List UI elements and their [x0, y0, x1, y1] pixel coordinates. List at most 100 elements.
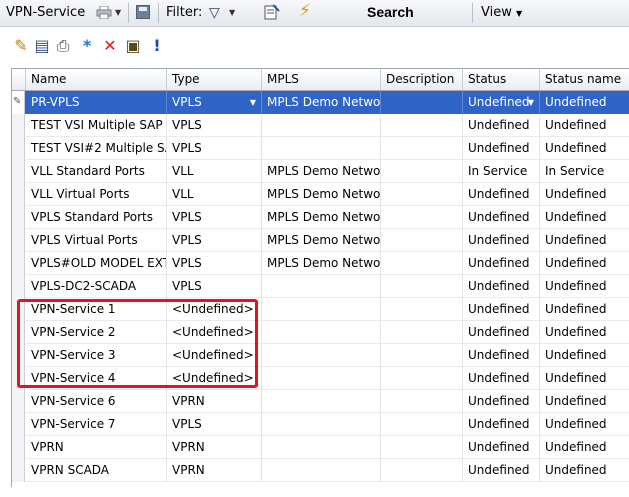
save-icon[interactable] [136, 5, 150, 19]
cell-description[interactable] [381, 367, 463, 390]
cell-mpls[interactable] [262, 275, 381, 298]
cell-description[interactable] [381, 114, 463, 137]
table-row[interactable]: VPRN VPRN Undefined Undefined [12, 436, 629, 459]
cell-name[interactable]: VPLS-DC2-SCADA [26, 275, 167, 298]
cell-type[interactable]: VPLS [167, 137, 262, 160]
row-gutter[interactable] [12, 275, 25, 298]
cell-status[interactable]: Undefined [463, 137, 540, 160]
cell-mpls[interactable] [262, 298, 381, 321]
cell-status[interactable]: Undefined ▼ [463, 91, 540, 114]
cell-status[interactable]: Undefined [463, 229, 540, 252]
lightning-icon[interactable]: ⚡ [299, 1, 311, 21]
cell-name[interactable]: TEST VSI#2 Multiple SAP [26, 137, 167, 160]
cell-status-name[interactable]: Undefined [540, 229, 629, 252]
table-row[interactable]: VPN-Service 7 VPLS Undefined Undefined [12, 413, 629, 436]
cell-status-name[interactable]: Undefined [540, 91, 629, 114]
table-row[interactable]: VPLS Virtual Ports VPLS MPLS Demo Network U… [12, 229, 629, 252]
cell-status[interactable]: Undefined [463, 344, 540, 367]
cell-mpls[interactable] [262, 367, 381, 390]
row-gutter[interactable] [12, 390, 25, 413]
cell-status[interactable]: Undefined [463, 275, 540, 298]
table-row[interactable]: ✎ PR-VPLS VPLS ▼ MPLS Demo Network Undefined ▼… [12, 91, 629, 114]
cell-type[interactable]: VPRN [167, 390, 262, 413]
table-row[interactable]: VPRN SCADA VPRN Undefined Undefined [12, 459, 629, 482]
row-gutter[interactable] [12, 229, 25, 252]
cell-description[interactable] [381, 206, 463, 229]
edit-icon[interactable]: ✎ [12, 37, 30, 55]
cell-status-name[interactable]: Undefined [540, 321, 629, 344]
table-row[interactable]: TEST VSI#2 Multiple SAP VPLS Undefined Unde… [12, 137, 629, 160]
column-header-name[interactable]: Name [26, 69, 167, 90]
cell-type[interactable]: VPLS [167, 252, 262, 275]
cell-status-name[interactable]: Undefined [540, 344, 629, 367]
cell-name[interactable]: VLL Standard Ports [26, 160, 167, 183]
cell-mpls[interactable] [262, 114, 381, 137]
table-row[interactable]: VPLS Standard Ports VPLS MPLS Demo Network… [12, 206, 629, 229]
cell-status-name[interactable]: Undefined [540, 183, 629, 206]
cell-mpls[interactable] [262, 459, 381, 482]
cell-type[interactable]: VPLS [167, 229, 262, 252]
cell-mpls[interactable]: MPLS Demo Network [262, 183, 381, 206]
cell-type[interactable]: VPRN [167, 436, 262, 459]
cell-description[interactable] [381, 390, 463, 413]
cell-status-name[interactable]: Undefined [540, 367, 629, 390]
cell-type[interactable]: VPLS [167, 206, 262, 229]
table-icon[interactable]: ▤ [33, 37, 51, 55]
cell-description[interactable] [381, 298, 463, 321]
cell-description[interactable] [381, 252, 463, 275]
table-row[interactable]: VPLS#OLD MODEL EXT VPLS MPLS Demo Network U… [12, 252, 629, 275]
cell-status-name[interactable]: Undefined [540, 206, 629, 229]
column-header-type[interactable]: Type [167, 69, 262, 90]
cell-type[interactable]: VPLS [167, 413, 262, 436]
table-row[interactable]: VPN-Service 6 VPRN Undefined Undefined [12, 390, 629, 413]
cell-type[interactable]: VPLS ▼ [167, 91, 262, 114]
cell-status[interactable]: Undefined [463, 436, 540, 459]
row-gutter[interactable] [12, 137, 25, 160]
cell-status[interactable]: Undefined [463, 298, 540, 321]
cell-type[interactable]: VPLS [167, 114, 262, 137]
row-gutter[interactable] [12, 436, 25, 459]
cell-name[interactable]: VPLS#OLD MODEL EXT [26, 252, 167, 275]
cell-description[interactable] [381, 459, 463, 482]
search-button[interactable]: Search [367, 4, 414, 20]
cell-status[interactable]: In Service [463, 160, 540, 183]
cell-mpls[interactable]: MPLS Demo Network [262, 229, 381, 252]
cell-description[interactable] [381, 436, 463, 459]
cell-description[interactable] [381, 275, 463, 298]
cell-type[interactable]: VLL [167, 183, 262, 206]
cell-name[interactable]: VPLS Standard Ports [26, 206, 167, 229]
cell-name[interactable]: TEST VSI Multiple SAP [26, 114, 167, 137]
cell-status-name[interactable]: Undefined [540, 137, 629, 160]
cell-name[interactable]: PR-VPLS [26, 91, 167, 114]
cell-status[interactable]: Undefined [463, 252, 540, 275]
cell-name[interactable]: VLL Virtual Ports [26, 183, 167, 206]
cell-mpls[interactable] [262, 137, 381, 160]
column-header-status-name[interactable]: Status name [540, 69, 629, 90]
cell-status[interactable]: Undefined [463, 459, 540, 482]
cell-mpls[interactable]: MPLS Demo Network [262, 91, 381, 114]
column-header-description[interactable]: Description [381, 69, 463, 90]
row-gutter[interactable] [12, 413, 25, 436]
row-gutter[interactable] [12, 252, 25, 275]
row-gutter[interactable] [12, 160, 25, 183]
view-menu-button[interactable]: View ▼ [481, 5, 522, 20]
cell-status[interactable]: Undefined [463, 183, 540, 206]
cell-description[interactable] [381, 91, 463, 114]
cell-description[interactable] [381, 183, 463, 206]
cell-mpls[interactable] [262, 413, 381, 436]
table-row[interactable]: TEST VSI Multiple SAP VPLS Undefined Undefi… [12, 114, 629, 137]
asterisk-icon[interactable]: * [78, 37, 96, 55]
delete-icon[interactable]: ✕ [101, 37, 119, 55]
chevron-down-icon[interactable]: ▼ [528, 91, 534, 113]
column-header-mpls[interactable]: MPLS [262, 69, 381, 90]
cell-type[interactable]: VPLS [167, 275, 262, 298]
chevron-down-icon[interactable]: ▼ [250, 91, 256, 113]
cell-description[interactable] [381, 413, 463, 436]
cell-mpls[interactable] [262, 344, 381, 367]
table-row[interactable]: VLL Standard Ports VLL MPLS Demo Network In… [12, 160, 629, 183]
filter-icon[interactable]: ▽ [209, 5, 220, 21]
print-icon[interactable] [96, 6, 112, 19]
exclamation-icon[interactable]: ! [148, 37, 166, 55]
cell-status-name[interactable]: Undefined [540, 436, 629, 459]
cell-status[interactable]: Undefined [463, 367, 540, 390]
